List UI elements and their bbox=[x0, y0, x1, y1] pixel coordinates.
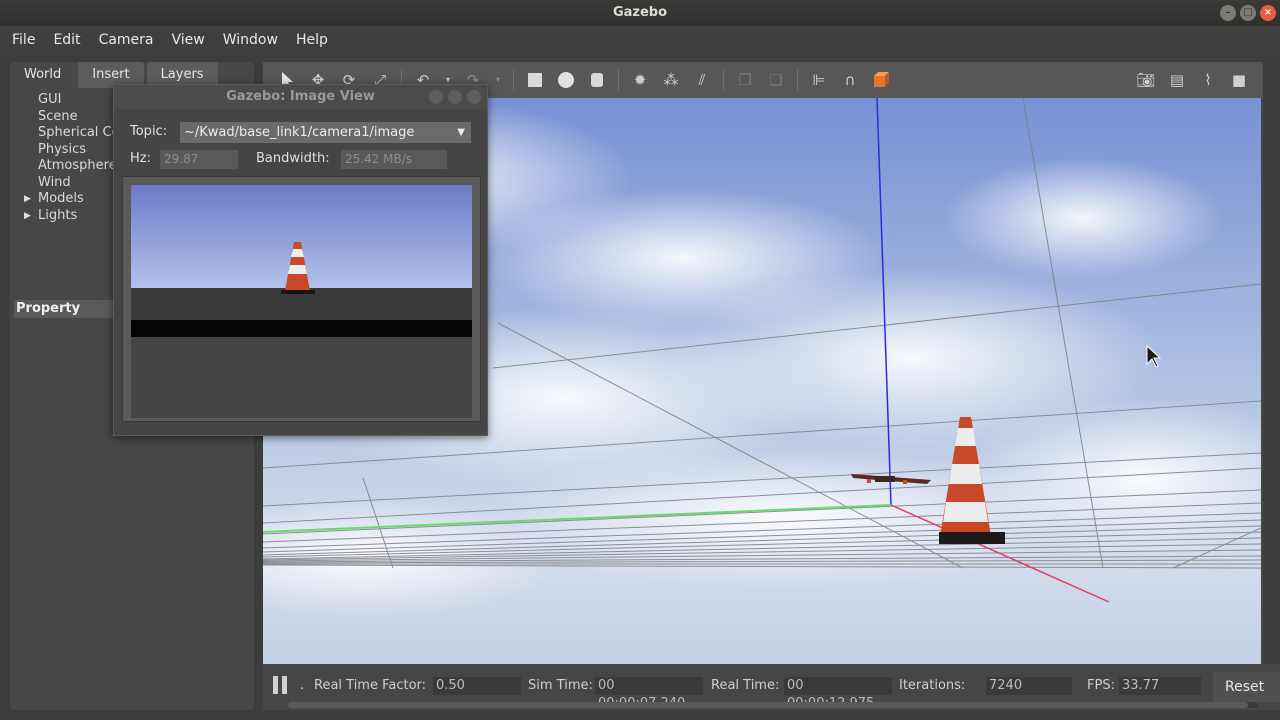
screenshot-camera-icon[interactable]: 📷︎ bbox=[1136, 70, 1156, 90]
camera-image-frame bbox=[122, 176, 481, 422]
copy-icon[interactable]: ❐ bbox=[735, 70, 755, 90]
menu-camera[interactable]: Camera bbox=[93, 32, 160, 48]
menu-file[interactable]: File bbox=[6, 32, 41, 48]
topic-select[interactable]: ~/Kwad/base_link1/camera1/image ▼ bbox=[180, 122, 471, 143]
tree-item-label: GUI bbox=[38, 92, 62, 107]
horizontal-scrollbar[interactable] bbox=[288, 702, 1258, 708]
menu-edit[interactable]: Edit bbox=[47, 32, 86, 48]
tree-item-label: Wind bbox=[38, 174, 71, 190]
sim-time-label: Sim Time: bbox=[528, 678, 593, 693]
sphere-icon[interactable] bbox=[556, 70, 576, 90]
toolbar-separator bbox=[618, 69, 619, 91]
spot-light-icon[interactable]: ⁂ bbox=[661, 70, 681, 90]
camera-image bbox=[131, 185, 472, 418]
align-icon[interactable]: ⊫ bbox=[809, 70, 829, 90]
expand-arrow-icon[interactable]: ▶ bbox=[24, 208, 31, 225]
directional-light-icon[interactable]: ⫽ bbox=[692, 70, 712, 90]
toolbar-separator bbox=[723, 69, 724, 91]
pause-icon[interactable] bbox=[273, 676, 289, 694]
menu-view[interactable]: View bbox=[166, 32, 211, 48]
tree-item-label: Physics bbox=[38, 141, 87, 157]
minimize-icon[interactable]: – bbox=[1220, 5, 1236, 21]
log-icon[interactable]: ▤ bbox=[1167, 70, 1187, 90]
minimize-icon[interactable] bbox=[429, 90, 443, 104]
expand-arrow-icon[interactable]: ▶ bbox=[24, 191, 31, 208]
box-icon[interactable] bbox=[525, 70, 545, 90]
toolbar-separator bbox=[797, 69, 798, 91]
menu-help[interactable]: Help bbox=[290, 32, 334, 48]
rtf-value: 0.50 bbox=[433, 677, 521, 695]
topic-label: Topic: bbox=[130, 124, 168, 139]
maximize-icon[interactable] bbox=[448, 90, 462, 104]
chevron-down-icon: ▼ bbox=[457, 127, 465, 138]
hz-label: Hz: bbox=[130, 151, 151, 166]
plot-icon[interactable]: ⌇ bbox=[1198, 70, 1218, 90]
cylinder-icon[interactable] bbox=[587, 70, 607, 90]
snap-magnet-icon[interactable]: ∩ bbox=[840, 70, 860, 90]
redo-dropdown-icon[interactable]: ▾ bbox=[494, 70, 502, 90]
bandwidth-label: Bandwidth: bbox=[256, 151, 330, 166]
iterations-label: Iterations: bbox=[899, 678, 966, 693]
maximize-icon[interactable]: □ bbox=[1240, 5, 1256, 21]
tab-world[interactable]: World bbox=[10, 62, 76, 88]
paste-icon[interactable]: ❏ bbox=[766, 70, 786, 90]
sim-time-value: 00 00:00:07.240 bbox=[595, 677, 703, 711]
topic-value: ~/Kwad/base_link1/camera1/image bbox=[184, 125, 415, 140]
real-time-value: 00 00:00:12.975 bbox=[784, 677, 892, 711]
image-view-dialog: Gazebo: Image View Topic: ~/Kwad/base_li… bbox=[113, 84, 488, 436]
rtf-label: Real Time Factor: bbox=[314, 678, 427, 693]
step-marker: . bbox=[300, 678, 305, 693]
gazebo-app: Gazebo – □ × File Edit Camera View Windo… bbox=[0, 0, 1280, 720]
fps-value: 33.77 bbox=[1119, 677, 1201, 695]
tree-item-label: Scene bbox=[38, 108, 78, 124]
bandwidth-field: 25.42 MB/s bbox=[341, 150, 447, 169]
close-icon[interactable] bbox=[467, 90, 481, 104]
hz-field: 29.87 bbox=[160, 150, 238, 169]
menubar: File Edit Camera View Window Help bbox=[0, 26, 1280, 54]
window-titlebar: Gazebo – □ × bbox=[0, 0, 1280, 26]
scrollbar-thumb[interactable] bbox=[288, 702, 1248, 708]
menu-window[interactable]: Window bbox=[217, 32, 284, 48]
iterations-value: 7240 bbox=[986, 677, 1072, 695]
tree-item-label: Lights bbox=[38, 207, 78, 223]
tree-item-label: Models bbox=[38, 191, 84, 206]
toolbar-separator bbox=[513, 69, 514, 91]
real-time-label: Real Time: bbox=[711, 678, 780, 693]
point-light-icon[interactable]: ✹ bbox=[630, 70, 650, 90]
fps-label: FPS: bbox=[1087, 678, 1115, 693]
tree-item-label: Atmosphere bbox=[38, 158, 117, 173]
reset-button[interactable]: Reset bbox=[1213, 672, 1280, 702]
close-icon[interactable]: × bbox=[1260, 5, 1276, 21]
video-record-icon[interactable]: ■ bbox=[1229, 70, 1249, 90]
view-angle-icon[interactable] bbox=[871, 70, 891, 90]
window-title: Gazebo bbox=[612, 5, 668, 20]
